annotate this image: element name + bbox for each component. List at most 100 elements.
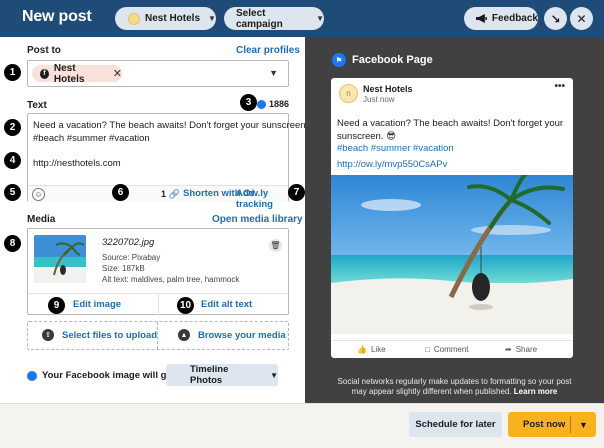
avatar: n (339, 84, 358, 103)
post-to-label: Post to (27, 45, 61, 56)
preview-text-line: Need a vacation? The beach awaits! Don't… (337, 118, 564, 129)
open-media-library-link[interactable]: Open media library (212, 214, 303, 225)
post-to-selector[interactable]: f Nest Hotels ✕ ▼ (27, 60, 289, 87)
step-number-9: 9 (48, 297, 65, 314)
text-line: http://nesthotels.com (33, 157, 121, 169)
account-selector-label: Nest Hotels (145, 13, 201, 24)
share-icon: ➦ (505, 345, 512, 354)
minimize-button[interactable]: ↘ (544, 7, 567, 30)
divider (158, 294, 159, 315)
preview-image (331, 175, 573, 334)
select-campaign-button[interactable]: Select campaign ▼ (224, 7, 324, 30)
thumbs-up-icon: 👍 (357, 345, 367, 354)
chevron-down-icon: ▼ (208, 14, 216, 23)
flag-icon: ⚑ (332, 53, 346, 67)
close-button[interactable]: ✕ (570, 7, 593, 30)
post-text-content[interactable]: Need a vacation? The beach awaits! Don't… (33, 120, 321, 170)
like-button[interactable]: 👍 Like (357, 345, 386, 354)
comment-button[interactable]: □ Comment (425, 345, 469, 354)
account-selector-button[interactable]: Nest Hotels ▼ (115, 7, 216, 30)
post-now-label: Post now (523, 419, 566, 430)
text-label: Text (27, 100, 47, 111)
page-title: New post (22, 8, 92, 25)
text-line: #beach #summer #vacation (33, 132, 150, 144)
link-icon: 🔗 (168, 189, 180, 199)
megaphone-icon (476, 14, 487, 23)
post-text-editor[interactable]: Need a vacation? The beach awaits! Don't… (27, 113, 321, 210)
preview-panel: ⚑ Facebook Page n Nest Hotels Just now •… (305, 37, 604, 403)
step-number-5: 5 (4, 184, 21, 201)
share-button[interactable]: ➦ Share (505, 345, 537, 354)
media-actions-row: Edit image Edit alt text (28, 293, 288, 315)
disclaimer-line: Social networks regularly make updates t… (337, 377, 572, 386)
chevron-down-icon: ▼ (270, 370, 278, 380)
like-label: Like (370, 345, 386, 354)
timeline-photos-dropdown[interactable]: Timeline Photos ▼ (166, 364, 278, 386)
browse-media-button[interactable]: ▲ Browse your media (178, 329, 286, 341)
text-line: Need a vacation? The beach awaits! Don't… (33, 120, 321, 131)
character-count-value: 1886 (269, 99, 290, 109)
disclaimer-line-2: may appear slightly different when publi… (305, 387, 604, 397)
step-number-3: 3 (240, 94, 257, 111)
step-number-4: 4 (4, 152, 21, 169)
preview-actions-row: 👍 Like □ Comment ➦ Share (331, 340, 573, 358)
preview-title: Facebook Page (352, 54, 433, 66)
learn-more-link[interactable]: Learn more (514, 387, 558, 396)
facebook-icon: f (40, 68, 49, 79)
nest-hotels-logo-icon (128, 12, 140, 25)
profile-chip-label: Nest Hotels (53, 62, 85, 85)
browse-media-label: Browse your media (198, 329, 286, 341)
minimize-icon: ↘ (550, 11, 561, 26)
post-now-button[interactable]: Post now ▼ (508, 412, 596, 437)
close-icon: ✕ (576, 11, 587, 26)
preview-page-name: Nest Hotels (363, 84, 413, 94)
formatting-disclaimer: Social networks regularly make updates t… (305, 377, 604, 397)
step-number-2: 2 (4, 119, 21, 136)
upload-row: ⇧ Select files to upload ▲ Browse your m… (27, 321, 289, 350)
emoji-icon[interactable]: ☺ (32, 188, 45, 201)
comment-icon: □ (425, 345, 430, 354)
character-count: 1886 (257, 99, 289, 109)
image-icon: ▲ (178, 329, 190, 341)
select-files-button[interactable]: ⇧ Select files to upload (42, 329, 157, 341)
trash-icon[interactable]: 🗑 (269, 239, 282, 252)
more-options-icon[interactable]: ••• (554, 81, 565, 92)
facebook-icon (27, 370, 37, 381)
media-attachment: 3220702.jpg Source: Pixabay Size: 187kB … (27, 228, 289, 315)
profile-chip[interactable]: f Nest Hotels ✕ (32, 62, 122, 85)
step-number-6: 6 (112, 184, 129, 201)
chevron-down-icon[interactable]: ▼ (579, 420, 588, 430)
beach-thumbnail-image (34, 235, 86, 283)
link-count-value: 1 (161, 189, 167, 199)
feedback-button[interactable]: Feedback (464, 7, 538, 30)
chevron-down-icon[interactable]: ▼ (269, 68, 278, 78)
divider (570, 416, 571, 433)
footer-bar: Schedule for later Post now ▼ (0, 403, 604, 448)
preview-header: ⚑ Facebook Page (332, 53, 433, 67)
media-size: Size: 187kB (102, 264, 145, 273)
upload-icon: ⇧ (42, 329, 54, 341)
text-toolbar: ☺ 1 🔗 Shorten with Ow.ly Add tracking (28, 185, 288, 210)
media-alt-text: Alt text: maldives, palm tree, hammock (102, 275, 240, 284)
divider (157, 322, 158, 349)
remove-profile-icon[interactable]: ✕ (113, 67, 122, 80)
compose-panel: Post to Clear profiles 1 f Nest Hotels ✕… (0, 37, 321, 403)
add-tracking-link[interactable]: Add tracking (236, 188, 288, 210)
facebook-destination: Your Facebook image will go to: (27, 370, 187, 381)
share-label: Share (515, 345, 538, 354)
preview-text-line: sunscreen. 😎 (337, 130, 397, 142)
facebook-post-preview: n Nest Hotels Just now ••• Need a vacati… (331, 78, 573, 358)
schedule-for-later-button[interactable]: Schedule for later (409, 412, 502, 437)
clear-profiles-link[interactable]: Clear profiles (236, 45, 300, 56)
edit-alt-text-link[interactable]: Edit alt text (201, 299, 252, 310)
timeline-photos-value: Timeline Photos (190, 364, 229, 386)
step-number-8: 8 (4, 235, 21, 252)
edit-image-link[interactable]: Edit image (73, 299, 121, 310)
campaign-label: Select campaign (236, 7, 283, 30)
media-filename: 3220702.jpg (102, 237, 155, 248)
comment-label: Comment (433, 345, 469, 354)
preview-link: http://ow.ly/mvp550CsAPv (337, 158, 448, 170)
disclaimer-line: may appear slightly different when publi… (351, 387, 512, 396)
media-thumbnail[interactable] (34, 235, 86, 283)
feedback-label: Feedback (491, 13, 538, 24)
